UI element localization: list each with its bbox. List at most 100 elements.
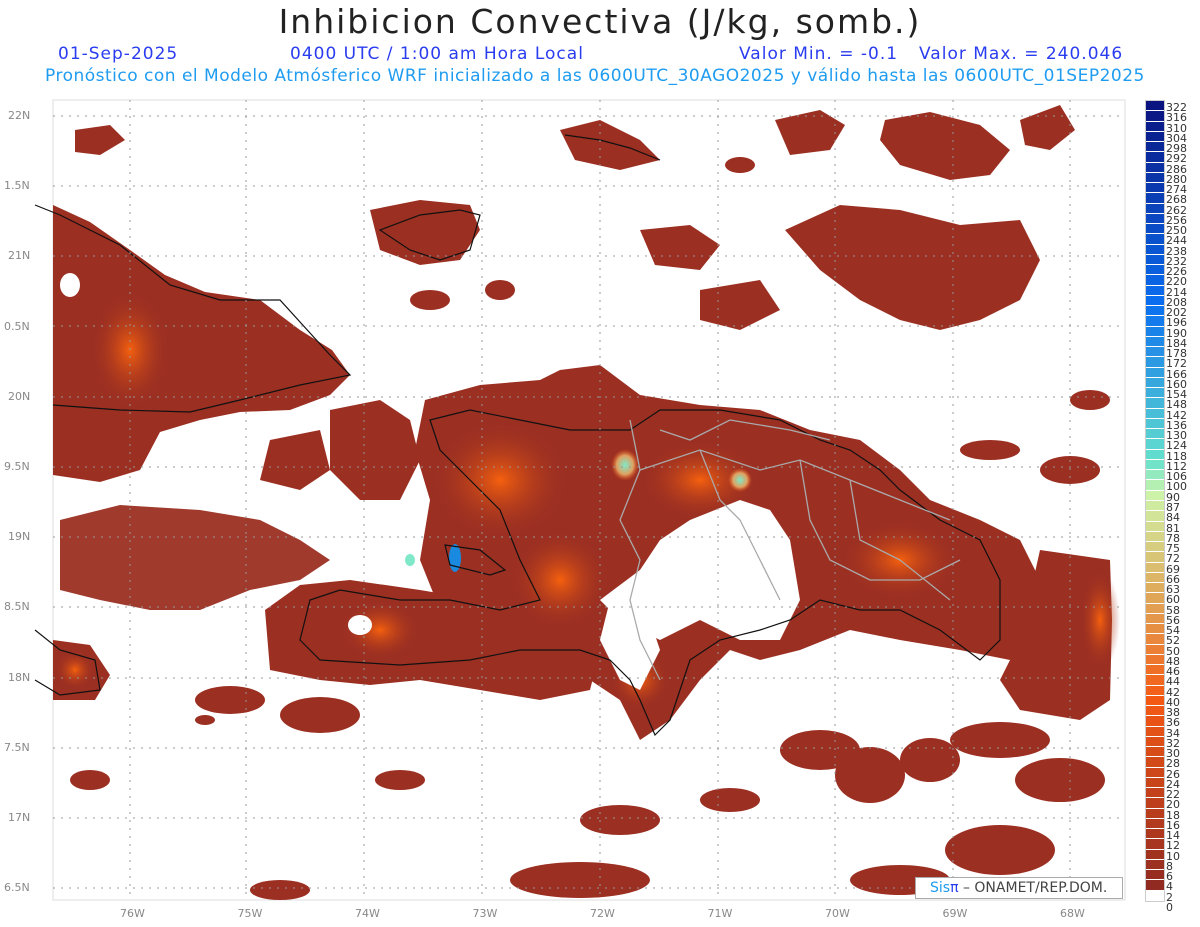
- colorbar-swatch: [1146, 408, 1164, 418]
- colorbar-swatch: [1146, 531, 1164, 542]
- lat-label: 7.5N: [4, 740, 30, 754]
- colorbar-swatch: [1146, 706, 1164, 716]
- colorbar-swatch: [1146, 203, 1164, 213]
- colorbar-swatch: [1146, 572, 1164, 583]
- colorbar-swatch: [1146, 644, 1164, 654]
- colorbar-swatch: [1146, 111, 1164, 121]
- lon-label: 75W: [237, 907, 263, 920]
- colorbar-swatch: [1146, 121, 1164, 131]
- colorbar-swatch: [1146, 695, 1164, 706]
- colorbar-swatch: [1146, 439, 1164, 449]
- colorbar-swatch: [1146, 624, 1164, 634]
- colorbar-swatch: [1146, 377, 1164, 388]
- lat-label: 9.5N: [4, 460, 30, 473]
- lon-label: 76W: [120, 907, 145, 920]
- lon-label: 72W: [590, 907, 615, 920]
- logo-pi: π: [950, 880, 959, 896]
- colorbar-swatch: [1146, 562, 1164, 572]
- colorbar-swatch: [1146, 870, 1164, 880]
- colorbar-swatch: [1146, 357, 1164, 367]
- lat-label: 22N: [8, 109, 31, 122]
- colorbar-swatch: [1146, 818, 1164, 829]
- colorbar-swatch: [1146, 634, 1164, 644]
- map-canvas: [34, 99, 1126, 901]
- colorbar-swatch: [1146, 172, 1164, 183]
- colorbar-swatch: [1146, 880, 1164, 890]
- lon-label: 68W: [1060, 907, 1085, 920]
- colorbar-swatch: [1146, 654, 1164, 665]
- colorbar: [1145, 100, 1165, 902]
- lat-label: 21N: [8, 249, 31, 263]
- colorbar-swatch: [1146, 398, 1164, 408]
- colorbar-swatch: [1146, 470, 1164, 480]
- colorbar-swatch: [1146, 521, 1164, 531]
- colorbar-swatch: [1146, 593, 1164, 603]
- lat-label: 18N: [8, 670, 31, 684]
- colorbar-swatch: [1146, 675, 1164, 685]
- colorbar-swatch: [1146, 849, 1164, 859]
- onamet-logo: Sisπ – ONAMET/REP.DOM.: [915, 877, 1123, 899]
- colorbar-swatch: [1146, 213, 1164, 224]
- colorbar-swatch: [1146, 234, 1164, 244]
- lat-label: 20N: [8, 389, 31, 403]
- colorbar-swatch: [1146, 552, 1164, 562]
- colorbar-swatch: [1146, 726, 1164, 736]
- colorbar-swatch: [1146, 347, 1164, 357]
- colorbar-swatch: [1146, 665, 1164, 675]
- colorbar-swatch: [1146, 767, 1164, 777]
- colorbar-swatch: [1146, 859, 1164, 870]
- colorbar-swatch: [1146, 388, 1164, 398]
- colorbar-swatch: [1146, 429, 1164, 439]
- lon-label: 73W: [472, 907, 498, 920]
- logo-sis: Sis: [930, 880, 951, 896]
- colorbar-swatch: [1146, 459, 1164, 470]
- colorbar-swatch: [1146, 829, 1164, 839]
- colorbar-swatch: [1146, 295, 1164, 306]
- colorbar-swatch: [1146, 336, 1164, 347]
- lon-label: 70W: [825, 907, 850, 920]
- colorbar-swatch: [1146, 306, 1164, 316]
- colorbar-swatch: [1146, 480, 1164, 490]
- lat-label: 8.5N: [4, 600, 30, 614]
- colorbar-swatch: [1146, 142, 1164, 152]
- colorbar-swatch: [1146, 583, 1164, 593]
- colorbar-swatch: [1146, 326, 1164, 336]
- colorbar-swatch: [1146, 183, 1164, 193]
- colorbar-swatch: [1146, 275, 1164, 285]
- colorbar-swatch: [1146, 101, 1164, 111]
- colorbar-swatch: [1146, 736, 1164, 747]
- colorbar-swatch: [1146, 685, 1164, 695]
- colorbar-swatch: [1146, 193, 1164, 203]
- colorbar-label: 0: [1166, 901, 1173, 914]
- colorbar-swatch: [1146, 716, 1164, 726]
- colorbar-swatch: [1146, 265, 1164, 275]
- colorbar-swatch: [1146, 757, 1164, 767]
- colorbar-swatch: [1146, 890, 1164, 900]
- lat-label: 1.5N: [4, 179, 30, 193]
- lat-label: 6.5N: [4, 881, 30, 895]
- colorbar-swatch: [1146, 490, 1164, 500]
- colorbar-swatch: [1146, 285, 1164, 295]
- logo-text: – ONAMET/REP.DOM.: [958, 880, 1108, 896]
- colorbar-swatch: [1146, 418, 1164, 429]
- colorbar-swatch: [1146, 511, 1164, 521]
- colorbar-swatch: [1146, 603, 1164, 613]
- colorbar-swatch: [1146, 244, 1164, 254]
- colorbar-swatch: [1146, 367, 1164, 377]
- colorbar-swatch: [1146, 501, 1164, 511]
- colorbar-swatch: [1146, 152, 1164, 162]
- colorbar-swatch: [1146, 254, 1164, 265]
- colorbar-swatch: [1146, 449, 1164, 459]
- colorbar-swatch: [1146, 839, 1164, 849]
- lat-label: 0.5N: [4, 319, 30, 333]
- lon-label: 69W: [942, 907, 968, 920]
- colorbar-swatch: [1146, 777, 1164, 788]
- colorbar-swatch: [1146, 162, 1164, 172]
- colorbar-swatch: [1146, 788, 1164, 798]
- colorbar-swatch: [1146, 613, 1164, 624]
- colorbar-swatch: [1146, 131, 1164, 142]
- lon-label: 71W: [707, 907, 733, 920]
- colorbar-swatch: [1146, 798, 1164, 808]
- colorbar-swatch: [1146, 224, 1164, 234]
- lat-label: 19N: [8, 530, 31, 544]
